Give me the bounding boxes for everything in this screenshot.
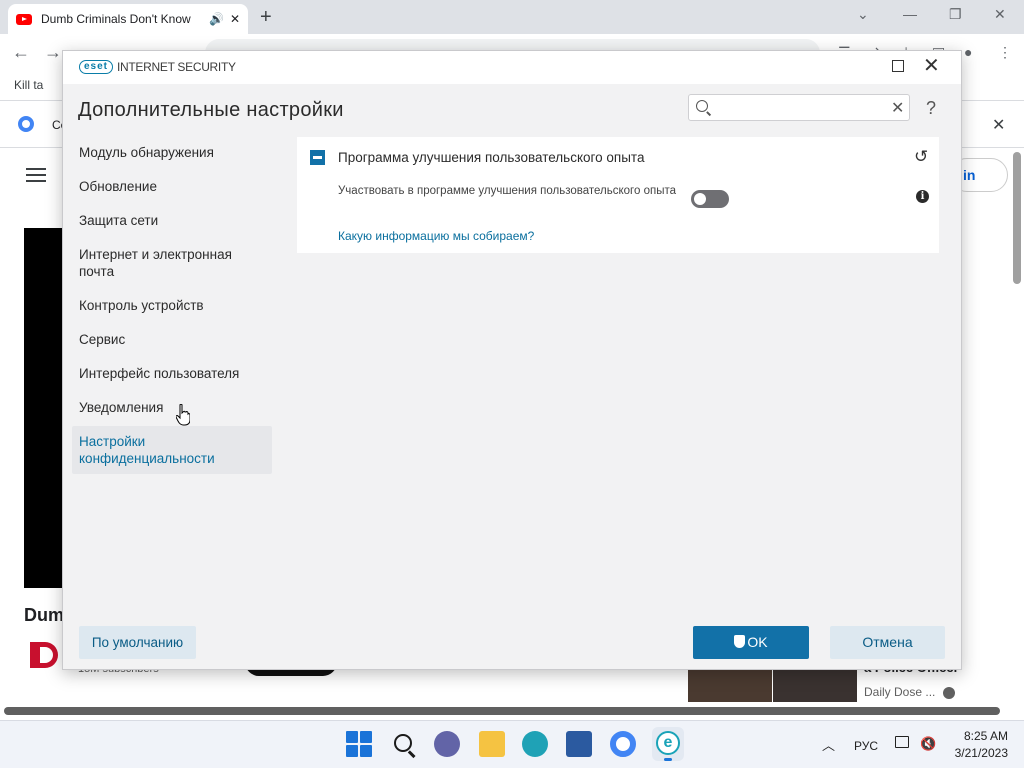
setting-label: Участвовать в программе улучшения пользо… — [338, 185, 676, 197]
tab-title: Dumb Criminals Don't Know — [41, 12, 191, 26]
browser-menu-icon[interactable]: ⋮ — [998, 44, 1012, 61]
revert-icon[interactable]: ↺ — [914, 147, 928, 167]
video-player[interactable] — [24, 228, 64, 588]
chrome-logo-icon — [18, 116, 34, 132]
page-title: Дополнительные настройки — [78, 99, 344, 121]
help-icon[interactable]: ? — [926, 98, 936, 119]
recommended-thumbnail[interactable] — [773, 668, 857, 702]
eset-logo: eset — [79, 60, 114, 74]
file-explorer-icon[interactable] — [479, 731, 505, 757]
browser-tab-strip: Dumb Criminals Don't Know 🔊 ✕ + ⌄ — ❐ ✕ — [0, 0, 1024, 34]
sidebar-item-user-interface[interactable]: Интерфейс пользователя — [72, 358, 272, 389]
clock-date[interactable]: 3/21/2023 — [950, 746, 1008, 760]
cancel-button[interactable]: Отмена — [830, 626, 945, 659]
tab-search-icon[interactable]: ⌄ — [857, 6, 869, 23]
settings-sidebar: Модуль обнаружения Обновление Защита сет… — [72, 137, 272, 477]
tab-audio-icon[interactable]: 🔊 — [209, 12, 224, 26]
hand-cursor-icon — [176, 404, 190, 426]
eset-icon[interactable]: e — [652, 727, 684, 761]
section-collapse-toggle[interactable] — [310, 150, 325, 165]
eset-advanced-setup-dialog: eset INTERNET SECURITY ✕ Дополнительные … — [62, 50, 962, 670]
info-icon[interactable]: i — [916, 190, 929, 203]
ok-button-label: OK — [747, 634, 768, 650]
sidebar-item-network-protection[interactable]: Защита сети — [72, 205, 272, 236]
shield-icon — [734, 635, 746, 648]
verified-check-icon — [943, 686, 956, 699]
taskbar-search-icon[interactable] — [391, 731, 417, 757]
sidebar-item-detection-engine[interactable]: Модуль обнаружения — [72, 137, 272, 168]
sidebar-item-notifications[interactable]: Уведомления — [72, 392, 272, 423]
tray-chevron-up-icon[interactable]: ︿ — [822, 735, 835, 754]
bookmark-item[interactable]: Kill ta — [14, 78, 43, 92]
video-title: Dum — [24, 605, 64, 625]
vertical-scrollbar[interactable] — [1013, 152, 1021, 284]
edge-icon[interactable] — [522, 731, 548, 757]
network-icon[interactable] — [895, 736, 909, 748]
store-icon[interactable] — [566, 731, 592, 757]
start-icon[interactable] — [346, 731, 372, 757]
sidebar-item-update[interactable]: Обновление — [72, 171, 272, 202]
product-name: INTERNET SECURITY — [117, 60, 236, 74]
settings-panel: Программа улучшения пользовательского оп… — [297, 137, 939, 253]
window-minimize-button[interactable]: — — [903, 6, 917, 22]
sidebar-item-web-and-email[interactable]: Интернет и электронная почта — [72, 239, 272, 287]
windows-taskbar: e ︿ РУС 🔇 8:25 AM 3/21/2023 — [0, 720, 1024, 768]
tab-close-icon[interactable]: ✕ — [230, 12, 240, 26]
recommended-thumbnail[interactable] — [688, 668, 772, 702]
volume-muted-icon[interactable]: 🔇 — [920, 736, 936, 752]
ok-button[interactable]: OK — [693, 626, 809, 659]
participate-toggle[interactable] — [691, 190, 729, 208]
chrome-icon[interactable] — [610, 731, 636, 757]
recommended-channel: Daily Dose ... — [864, 685, 956, 699]
forward-arrow-icon[interactable]: → — [44, 42, 62, 63]
collected-info-link[interactable]: Какую информацию мы собираем? — [338, 229, 534, 243]
youtube-favicon-icon — [16, 13, 32, 25]
window-restore-button[interactable]: ❐ — [949, 6, 962, 23]
profile-avatar-icon[interactable]: ● — [964, 44, 972, 60]
clock-time[interactable]: 8:25 AM — [960, 729, 1008, 743]
recommended-channel-name: Daily Dose ... — [864, 685, 936, 699]
dialog-titlebar[interactable]: eset INTERNET SECURITY ✕ — [63, 51, 961, 84]
search-icon — [696, 100, 708, 112]
menu-hamburger-icon[interactable] — [26, 168, 46, 182]
browser-tab[interactable]: Dumb Criminals Don't Know 🔊 ✕ — [8, 4, 248, 34]
dialog-close-button[interactable]: ✕ — [923, 54, 940, 78]
language-indicator[interactable]: РУС — [854, 739, 878, 753]
back-arrow-icon[interactable]: ← — [12, 42, 30, 63]
default-button[interactable]: По умолчанию — [79, 626, 196, 659]
teams-chat-icon[interactable] — [434, 731, 460, 757]
sidebar-item-device-control[interactable]: Контроль устройств — [72, 290, 272, 321]
sidebar-item-privacy-settings[interactable]: Настройки конфиденциальности — [72, 426, 272, 474]
maximize-button[interactable] — [892, 60, 904, 72]
sidebar-item-tools[interactable]: Сервис — [72, 324, 272, 355]
new-tab-button[interactable]: + — [260, 6, 272, 29]
channel-logo-icon[interactable] — [30, 642, 58, 668]
search-input[interactable]: ✕ — [688, 94, 910, 121]
section-title: Программа улучшения пользовательского оп… — [338, 150, 645, 165]
clear-search-icon[interactable]: ✕ — [891, 98, 904, 118]
horizontal-scrollbar[interactable] — [4, 707, 1000, 715]
window-close-button[interactable]: ✕ — [994, 6, 1006, 23]
infobar-close-icon[interactable]: ✕ — [992, 115, 1005, 135]
